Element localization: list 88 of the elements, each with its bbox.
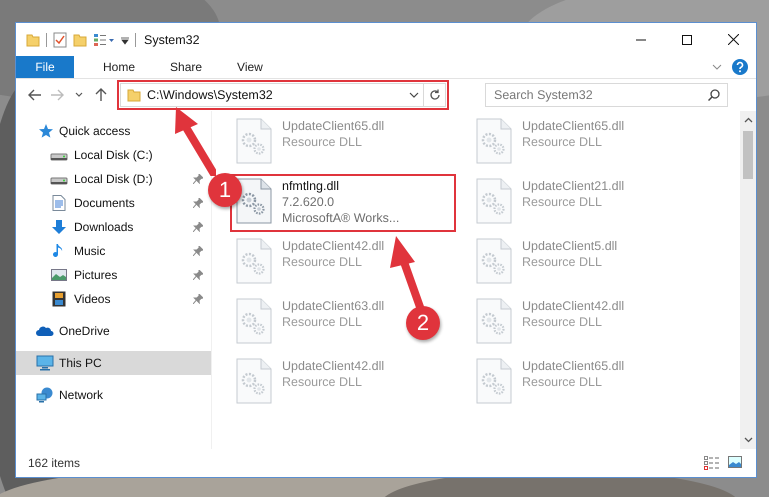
dll-file-icon [236,118,272,164]
new-folder-icon[interactable] [73,32,87,46]
dll-file-icon [236,238,272,284]
file-name: UpdateClient42.dll [522,298,624,314]
file-detail: Resource DLL [282,254,363,270]
sidebar-item[interactable]: Pictures [16,263,124,287]
file-name: UpdateClient65.dll [282,118,384,134]
dll-file-icon [236,358,272,404]
window-title: System32 [144,32,200,46]
dll-file-icon [476,298,512,344]
expand-ribbon-chevron-icon[interactable] [712,64,722,70]
network-globe-icon [36,387,54,403]
item-count: 162 items [28,456,80,470]
address-path: C:\Windows\System32 [147,88,273,102]
file-name: UpdateClient21.dll [522,178,624,194]
sidebar-item[interactable]: Quick access [16,119,136,143]
dll-file-icon [476,118,512,164]
sidebar-item[interactable]: Downloads [16,215,140,239]
file-detail: Resource DLL [522,254,603,270]
file-name: UpdateClient42.dll [282,358,384,374]
cloud-icon [36,325,54,337]
pin-icon[interactable] [193,174,203,184]
film-strip-icon [52,291,66,307]
ribbon-tab[interactable]: Home [88,56,150,78]
customize-toolbar-caret-icon[interactable] [121,34,129,44]
help-icon[interactable] [732,59,748,75]
dll-file-icon [236,178,272,224]
pin-icon[interactable] [193,270,203,280]
file-detail: Resource DLL [282,314,363,330]
scroll-up-icon[interactable] [744,117,752,123]
sidebar-item[interactable]: Local Disk (D:) [16,167,159,191]
scroll-thumb[interactable] [743,131,753,179]
search-icon[interactable] [708,89,720,101]
document-icon [52,195,66,211]
ribbon-tab[interactable]: View [222,56,278,78]
ribbon-tab[interactable]: Share [155,56,218,78]
monitor-icon [36,355,54,371]
maximize-icon [682,34,692,44]
pin-icon[interactable] [193,198,203,208]
sidebar-item[interactable]: Network [16,383,110,407]
pin-icon[interactable] [193,222,203,232]
folder-icon [26,32,40,46]
sidebar-item[interactable]: Videos [16,287,116,311]
sidebar-item[interactable]: This PC [16,351,211,375]
sidebar-item[interactable]: Music [16,239,112,263]
caret-icon [75,92,83,98]
file-name: UpdateClient65.dll [522,358,624,374]
view-options-icon[interactable] [93,32,115,46]
sidebar-item[interactable]: Local Disk (C:) [16,143,159,167]
sidebar-item[interactable]: Documents [16,191,141,215]
file-name: nfmtlng.dll [282,178,340,194]
folder-icon [127,88,141,102]
sidebar-item[interactable]: OneDrive [16,319,116,343]
dll-file-icon [476,178,512,224]
file-detail: 7.2.620.0 [282,194,336,210]
file-detail: Resource DLL [522,314,603,330]
file-detail: Resource DLL [282,134,363,150]
dll-file-icon [476,238,512,284]
file-detail: Resource DLL [522,134,603,150]
search-field[interactable]: Search System32 [485,83,728,107]
pin-icon[interactable] [193,294,203,304]
scroll-down-icon[interactable] [744,437,752,443]
properties-checkmark-icon[interactable] [53,32,67,48]
file-name: UpdateClient42.dll [282,238,384,254]
vertical-scrollbar[interactable] [740,111,756,449]
back-arrow-icon [28,89,42,101]
file-detail: Resource DLL [522,194,603,210]
file-name: UpdateClient65.dll [522,118,624,134]
details-view-icon[interactable] [704,456,720,470]
forward-arrow-icon [50,89,64,101]
minimize-icon [636,38,646,40]
address-bar[interactable]: C:\Windows\System32 [120,83,446,107]
star-icon [37,123,53,139]
refresh-icon [428,89,440,101]
file-detail: MicrosoftA® Works... [282,210,400,226]
large-icons-view-icon[interactable] [728,456,742,468]
file-detail: Resource DLL [282,374,363,390]
up-arrow-icon [95,88,107,102]
file-name: UpdateClient63.dll [282,298,384,314]
file-name: UpdateClient5.dll [522,238,618,254]
download-arrow-icon [51,219,67,235]
landscape-picture-icon [51,268,67,282]
dropdown-caret-icon[interactable] [409,92,419,98]
close-icon [728,34,738,45]
dll-file-icon [476,358,512,404]
dll-file-icon [236,298,272,344]
pin-icon[interactable] [193,246,203,256]
file-detail: Resource DLL [522,374,603,390]
